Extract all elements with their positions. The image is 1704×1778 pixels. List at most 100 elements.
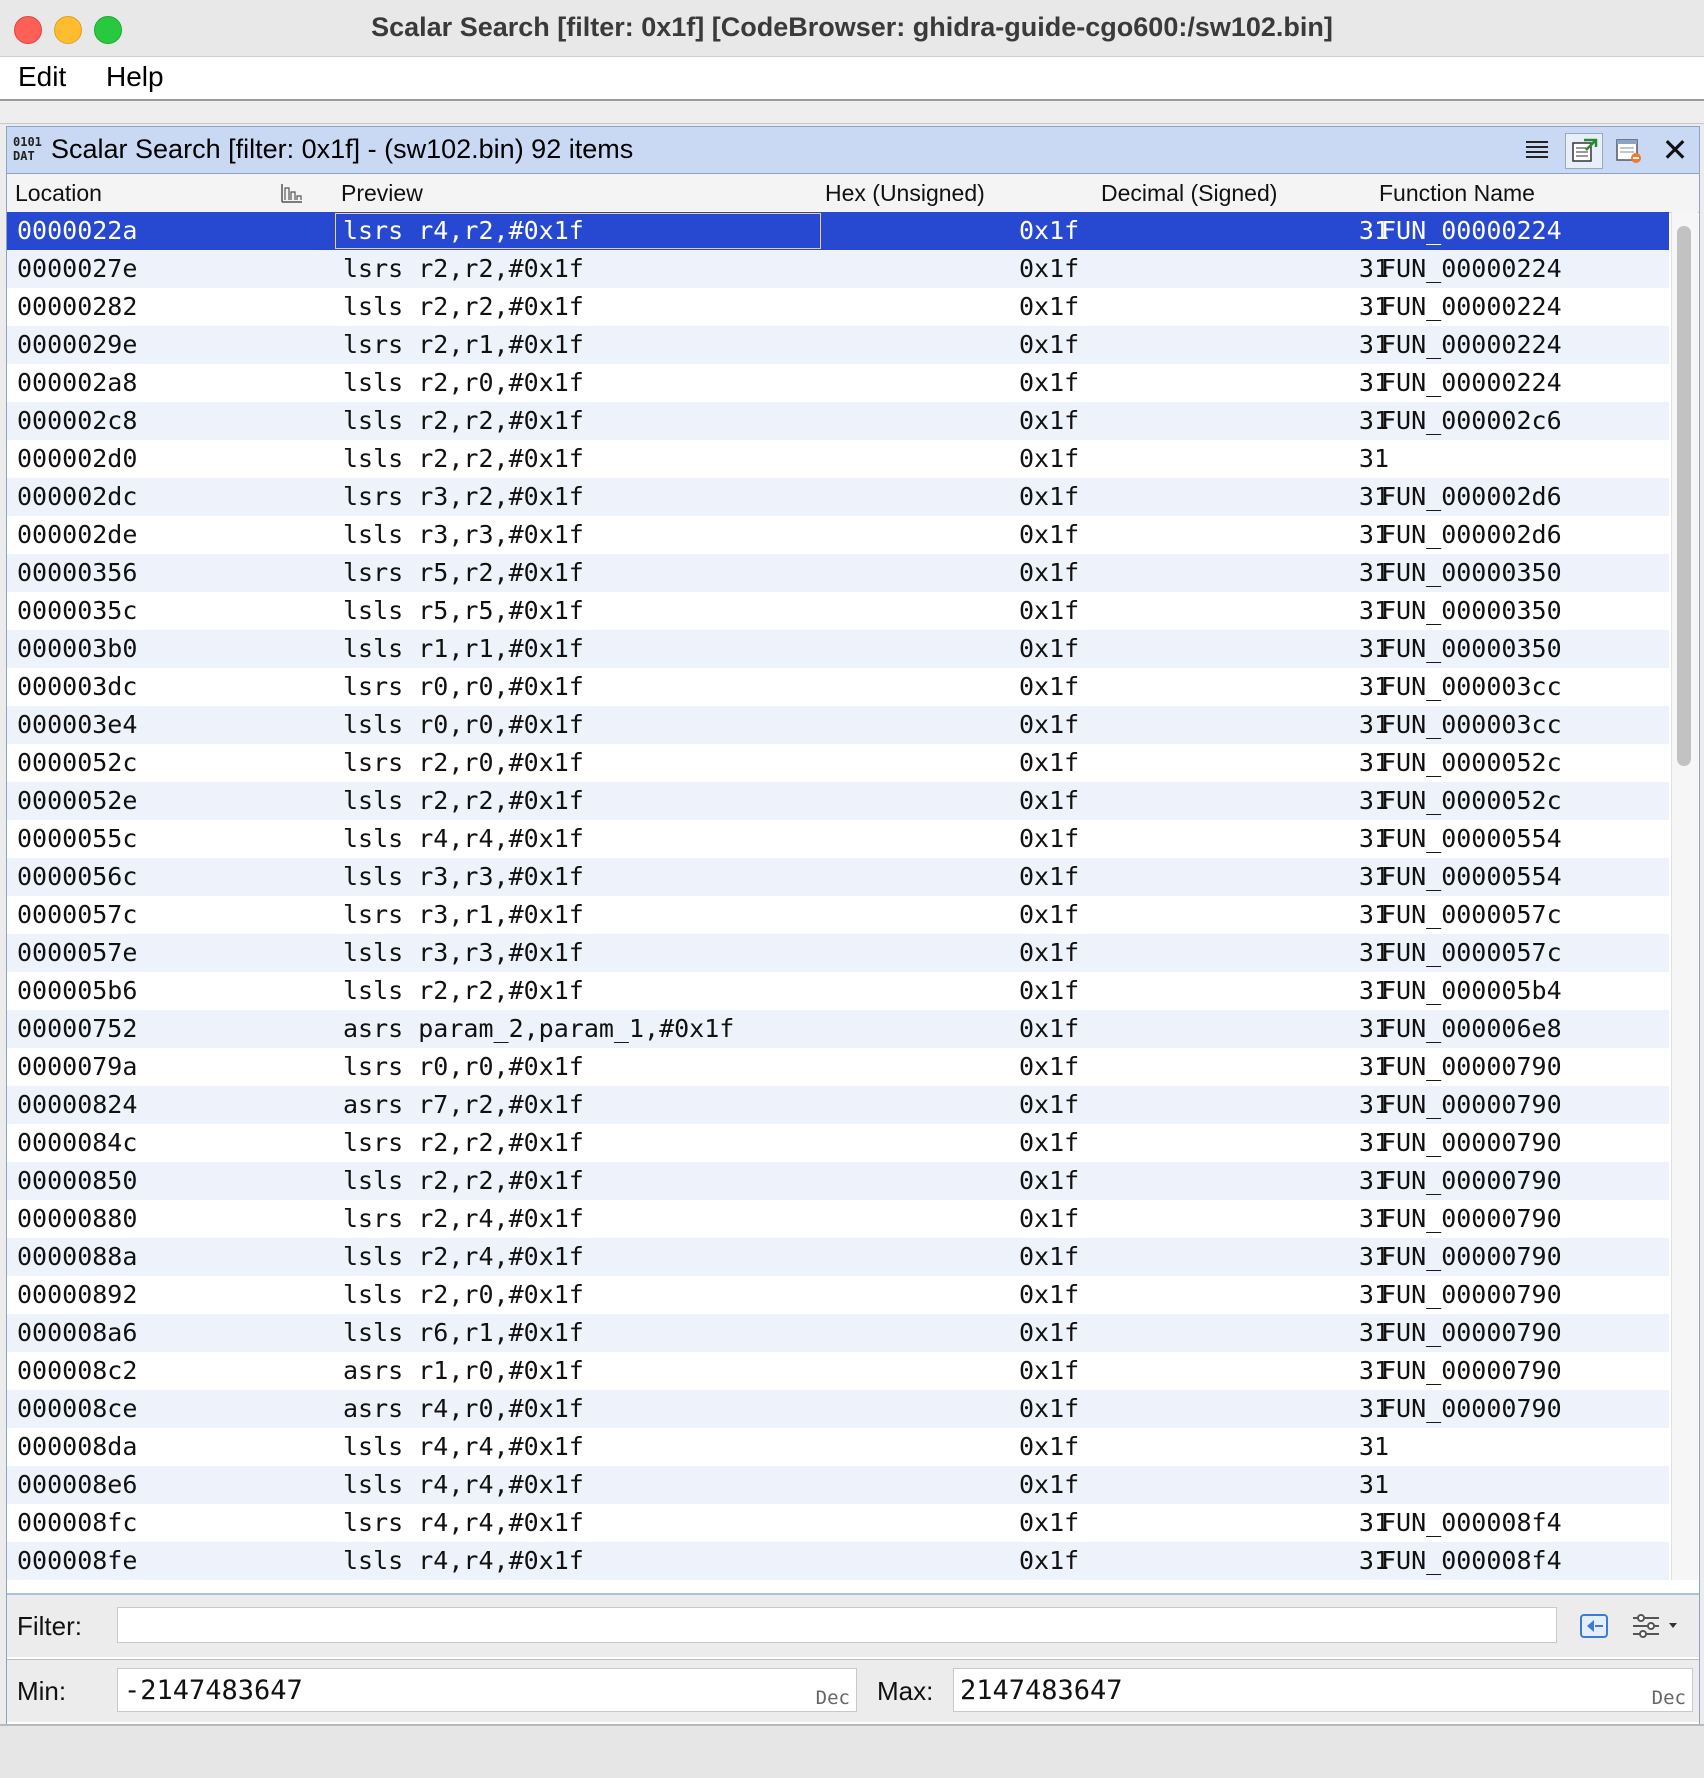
table-row[interactable]: 0000022a lsrs r4,r2,#0x1f 0x1f 31 FUN_000002… [7, 212, 1669, 250]
table-row[interactable]: 0000057c lsrs r3,r1,#0x1f 0x1f 31 FUN_000005… [7, 896, 1669, 934]
cell-function: FUN_00000790 [1381, 1394, 1562, 1423]
cell-location: 000008e6 [17, 1470, 138, 1499]
menu-edit[interactable]: Edit [18, 61, 66, 93]
vertical-scrollbar[interactable] [1671, 212, 1698, 1580]
table-row[interactable]: 0000029e lsrs r2,r1,#0x1f 0x1f 31 FUN_000002… [7, 326, 1669, 364]
cell-decimal: 31 [1358, 824, 1389, 853]
table-row[interactable]: 0000052e lsls r2,r2,#0x1f 0x1f 31 FUN_000005… [7, 782, 1669, 820]
table-row[interactable]: 000002c8 lsls r2,r2,#0x1f 0x1f 31 FUN_000002… [7, 402, 1669, 440]
cell-decimal: 31 [1358, 292, 1389, 321]
table-row[interactable]: 00000752 asrs param_2,param_1,#0x1f 0x1f 31… [7, 1010, 1669, 1048]
delete-table-icon[interactable] [1611, 133, 1647, 167]
clear-filter-icon[interactable] [1577, 1609, 1611, 1643]
table-row[interactable]: 000003dc lsrs r0,r0,#0x1f 0x1f 31 FUN_000003… [7, 668, 1669, 706]
cell-decimal: 31 [1358, 444, 1389, 473]
status-bar [0, 1724, 1704, 1778]
table-row[interactable]: 000008ce asrs r4,r0,#0x1f 0x1f 31 FUN_000007… [7, 1390, 1669, 1428]
table-row[interactable]: 000008fe lsls r4,r4,#0x1f 0x1f 31 FUN_000008… [7, 1542, 1669, 1580]
column-header-decimal[interactable]: Decimal (Signed) [1101, 180, 1277, 207]
cell-function: FUN_0000057c [1381, 900, 1562, 929]
table-row[interactable]: 000003e4 lsls r0,r0,#0x1f 0x1f 31 FUN_000003… [7, 706, 1669, 744]
cell-function: FUN_00000790 [1381, 1166, 1562, 1195]
cell-location: 000002a8 [17, 368, 138, 397]
cell-decimal: 31 [1358, 558, 1389, 587]
cell-location: 0000084c [17, 1128, 138, 1157]
cell-location: 0000052c [17, 748, 138, 777]
window-title: Scalar Search [filter: 0x1f] [CodeBrowse… [371, 12, 1333, 42]
table-row[interactable]: 00000880 lsrs r2,r4,#0x1f 0x1f 31 FUN_000007… [7, 1200, 1669, 1238]
cell-hex: 0x1f [1019, 824, 1080, 853]
cell-decimal: 31 [1358, 1280, 1389, 1309]
menu-help[interactable]: Help [106, 61, 164, 93]
table-row[interactable]: 000008e6 lsls r4,r4,#0x1f 0x1f 31 [7, 1466, 1669, 1504]
cell-preview: lsrs r3,r1,#0x1f [343, 900, 584, 929]
column-header-preview[interactable]: Preview [341, 180, 423, 207]
table-row[interactable]: 00000892 lsls r2,r0,#0x1f 0x1f 31 FUN_000007… [7, 1276, 1669, 1314]
table-row[interactable]: 0000088a lsls r2,r4,#0x1f 0x1f 31 FUN_000007… [7, 1238, 1669, 1276]
table-row[interactable]: 00000282 lsls r2,r2,#0x1f 0x1f 31 FUN_000002… [7, 288, 1669, 326]
table-row[interactable]: 000008a6 lsls r6,r1,#0x1f 0x1f 31 FUN_000007… [7, 1314, 1669, 1352]
table-row[interactable]: 000002de lsls r3,r3,#0x1f 0x1f 31 FUN_000002… [7, 516, 1669, 554]
table-row[interactable]: 000002dc lsrs r3,r2,#0x1f 0x1f 31 FUN_000002… [7, 478, 1669, 516]
column-header-hex[interactable]: Hex (Unsigned) [825, 180, 985, 207]
filter-input[interactable] [117, 1607, 1557, 1643]
cell-location: 000002d0 [17, 444, 138, 473]
cell-decimal: 31 [1358, 862, 1389, 891]
column-header-function[interactable]: Function Name [1379, 180, 1535, 207]
cell-location: 000003b0 [17, 634, 138, 663]
table-row[interactable]: 0000079a lsrs r0,r0,#0x1f 0x1f 31 FUN_000007… [7, 1048, 1669, 1086]
cell-decimal: 31 [1358, 1432, 1389, 1461]
cell-location: 00000880 [17, 1204, 138, 1233]
cell-decimal: 31 [1358, 1014, 1389, 1043]
go-to-selection-icon[interactable] [1565, 133, 1603, 169]
cell-function: FUN_00000790 [1381, 1090, 1562, 1119]
table-row[interactable]: 000002d0 lsls r2,r2,#0x1f 0x1f 31 [7, 440, 1669, 478]
cell-hex: 0x1f [1019, 254, 1080, 283]
cell-preview: lsls r6,r1,#0x1f [343, 1318, 584, 1347]
cell-location: 00000850 [17, 1166, 138, 1195]
table-row[interactable]: 0000056c lsls r3,r3,#0x1f 0x1f 31 FUN_000005… [7, 858, 1669, 896]
table-body: 0000022a lsrs r4,r2,#0x1f 0x1f 31 FUN_000002… [7, 212, 1669, 1580]
min-input[interactable]: -2147483647 Dec [117, 1668, 857, 1712]
max-label: Max: [877, 1676, 934, 1706]
cell-location: 0000035c [17, 596, 138, 625]
table-row[interactable]: 0000052c lsrs r2,r0,#0x1f 0x1f 31 FUN_000005… [7, 744, 1669, 782]
table-row[interactable]: 000003b0 lsls r1,r1,#0x1f 0x1f 31 FUN_000003… [7, 630, 1669, 668]
table-row[interactable]: 00000850 lsls r2,r2,#0x1f 0x1f 31 FUN_000007… [7, 1162, 1669, 1200]
cell-function: FUN_00000554 [1381, 824, 1562, 853]
table-row[interactable]: 000008c2 asrs r1,r0,#0x1f 0x1f 31 FUN_000007… [7, 1352, 1669, 1390]
table-row[interactable]: 000008fc lsrs r4,r4,#0x1f 0x1f 31 FUN_000008… [7, 1504, 1669, 1542]
table-row[interactable]: 0000057e lsls r3,r3,#0x1f 0x1f 31 FUN_000005… [7, 934, 1669, 972]
table-row[interactable]: 0000084c lsrs r2,r2,#0x1f 0x1f 31 FUN_000007… [7, 1124, 1669, 1162]
cell-location: 0000029e [17, 330, 138, 359]
table-row[interactable]: 0000035c lsls r5,r5,#0x1f 0x1f 31 FUN_000003… [7, 592, 1669, 630]
max-input[interactable]: 2147483647 Dec [953, 1668, 1693, 1712]
cell-location: 000003e4 [17, 710, 138, 739]
table-row[interactable]: 00000356 lsrs r5,r2,#0x1f 0x1f 31 FUN_000003… [7, 554, 1669, 592]
cell-hex: 0x1f [1019, 1280, 1080, 1309]
scroll-thumb[interactable] [1677, 226, 1691, 766]
cell-decimal: 31 [1358, 1166, 1389, 1195]
cell-hex: 0x1f [1019, 1052, 1080, 1081]
cell-hex: 0x1f [1019, 900, 1080, 929]
cell-decimal: 31 [1358, 1508, 1389, 1537]
cell-preview: lsls r3,r3,#0x1f [343, 862, 584, 891]
list-view-icon[interactable] [1519, 133, 1555, 167]
close-icon[interactable]: ✕ [1657, 131, 1693, 169]
cell-hex: 0x1f [1019, 482, 1080, 511]
cell-function: FUN_00000224 [1381, 330, 1562, 359]
table-row[interactable]: 000005b6 lsls r2,r2,#0x1f 0x1f 31 FUN_000005… [7, 972, 1669, 1010]
column-header-row: Location Preview Hex (Unsigned) Decimal … [7, 174, 1699, 213]
column-header-location[interactable]: Location [15, 180, 102, 207]
table-row[interactable]: 0000055c lsls r4,r4,#0x1f 0x1f 31 FUN_000005… [7, 820, 1669, 858]
table-row[interactable]: 00000824 asrs r7,r2,#0x1f 0x1f 31 FUN_000007… [7, 1086, 1669, 1124]
cell-preview: lsls r4,r4,#0x1f [343, 1546, 584, 1575]
sort-ascending-icon[interactable] [279, 180, 305, 206]
cell-hex: 0x1f [1019, 330, 1080, 359]
cell-function: FUN_000008f4 [1381, 1508, 1562, 1537]
table-row[interactable]: 000002a8 lsls r2,r0,#0x1f 0x1f 31 FUN_000002… [7, 364, 1669, 402]
table-row[interactable]: 0000027e lsrs r2,r2,#0x1f 0x1f 31 FUN_000002… [7, 250, 1669, 288]
filter-options-icon[interactable] [1629, 1609, 1689, 1643]
table-row[interactable]: 000008da lsls r4,r4,#0x1f 0x1f 31 [7, 1428, 1669, 1466]
cell-preview: asrs r1,r0,#0x1f [343, 1356, 584, 1385]
